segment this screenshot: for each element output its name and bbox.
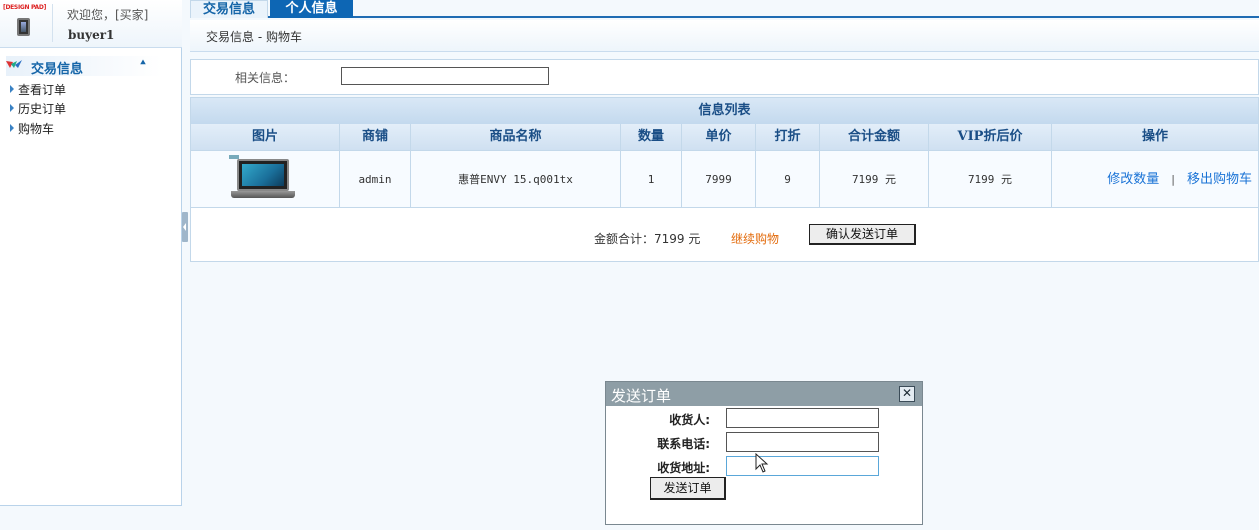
- action-separator: |: [1171, 173, 1175, 186]
- search-label: 相关信息：: [235, 71, 296, 85]
- welcome-text: 欢迎您，[买家]: [67, 8, 149, 22]
- product-name-cell: 惠普ENVY 15.q001tx: [411, 151, 621, 208]
- divider: [52, 4, 53, 42]
- actions-cell: 修改数量 | 移出购物车: [1052, 151, 1258, 208]
- unit-price-cell: 7999: [682, 151, 756, 208]
- search-panel: 相关信息：: [190, 59, 1259, 95]
- continue-shopping-link[interactable]: 继续购物: [731, 230, 779, 247]
- laptop-product-image[interactable]: [229, 155, 295, 203]
- logo-text: [DESIGN PAD]: [3, 4, 47, 11]
- triangle-right-icon: [10, 104, 14, 112]
- address-label: 收货地址:: [657, 461, 710, 475]
- table-row: admin 惠普ENVY 15.q001tx 1 7999 9 7199 元 7…: [191, 150, 1258, 208]
- breadcrumb-bar: 交易信息 - 购物车: [190, 20, 1259, 52]
- column-header-product: 商品名称: [411, 124, 621, 150]
- remove-from-cart-link[interactable]: 移出购物车: [1187, 172, 1252, 187]
- confirm-send-order-button[interactable]: 确认发送订单: [809, 224, 916, 245]
- section-logo-icon: [6, 60, 22, 68]
- phone-label: 联系电话:: [657, 437, 710, 451]
- tab-trade-info[interactable]: 交易信息: [190, 0, 268, 18]
- column-header-discount: 打折: [756, 124, 820, 150]
- sidebar-item-label: 查看订单: [18, 83, 67, 97]
- sidebar-item-view-orders[interactable]: 查看订单: [10, 81, 66, 98]
- cart-table-panel: 信息列表 图片 商铺 商品名称 数量 单价 打折 合计金额 VIP折后价 操作 …: [190, 97, 1259, 262]
- tab-bar: 交易信息 个人信息: [190, 0, 1259, 18]
- search-input[interactable]: [341, 67, 549, 85]
- column-header-vip-price: VIP折后价: [929, 124, 1052, 150]
- address-field[interactable]: [726, 456, 879, 476]
- left-sidebar: [DESIGN PAD] 欢迎您，[买家] buyer1 交易信息 ⯅ 查看订单…: [0, 0, 182, 506]
- edit-quantity-link[interactable]: 修改数量: [1107, 172, 1159, 187]
- send-order-button[interactable]: 发送订单: [650, 477, 726, 500]
- breadcrumb: 交易信息 - 购物车: [206, 30, 302, 44]
- recipient-label: 收货人:: [669, 413, 710, 427]
- close-icon[interactable]: ✕: [899, 386, 915, 402]
- site-logo: [DESIGN PAD]: [3, 4, 47, 44]
- total-cell: 7199 元: [820, 151, 929, 208]
- shop-cell: admin: [340, 151, 411, 208]
- tab-personal-info[interactable]: 个人信息: [270, 0, 353, 18]
- laptop-screen: [237, 159, 289, 191]
- tablet-icon: [17, 18, 30, 36]
- column-header-actions: 操作: [1141, 129, 1168, 144]
- column-header-total: 合计金额: [820, 124, 929, 150]
- column-header-unit-price: 单价: [682, 124, 756, 150]
- phone-field[interactable]: [726, 432, 879, 452]
- menu-section-title: 交易信息: [31, 62, 84, 77]
- total-amount-text: 金额合计：7199 元: [594, 232, 701, 246]
- discount-cell: 9: [756, 151, 820, 208]
- recipient-field[interactable]: [726, 408, 879, 428]
- sidebar-item-label: 历史订单: [18, 102, 67, 116]
- username: buyer1: [68, 28, 115, 42]
- dialog-title: 发送订单: [611, 387, 672, 405]
- mouse-pointer-icon: [755, 453, 769, 473]
- menu-section-header[interactable]: 交易信息 ⯅: [6, 56, 162, 77]
- column-header-quantity: 数量: [621, 124, 682, 150]
- table-header-row: 图片 商铺 商品名称 数量 单价 打折 合计金额 VIP折后价 操作: [191, 124, 1258, 150]
- product-image-cell: [191, 151, 340, 208]
- table-caption: 信息列表: [191, 98, 1258, 124]
- triangle-right-icon: [10, 124, 14, 132]
- triangle-right-icon: [10, 85, 14, 93]
- sidebar-item-shopping-cart[interactable]: 购物车: [10, 120, 54, 137]
- laptop-base: [231, 191, 295, 198]
- dialog-title-bar[interactable]: 发送订单 ✕: [606, 382, 922, 406]
- sidebar-item-order-history[interactable]: 历史订单: [10, 100, 66, 117]
- column-header-image: 图片: [191, 124, 340, 150]
- column-header-shop: 商铺: [340, 124, 411, 150]
- vip-price-cell: 7199 元: [929, 151, 1052, 208]
- quantity-cell: 1: [621, 151, 682, 208]
- user-info-panel: [DESIGN PAD] 欢迎您，[买家] buyer1: [0, 0, 182, 48]
- sidebar-item-label: 购物车: [18, 122, 55, 136]
- sidebar-toggle-handle[interactable]: [182, 212, 188, 242]
- double-chevron-up-icon[interactable]: ⯅: [139, 58, 147, 69]
